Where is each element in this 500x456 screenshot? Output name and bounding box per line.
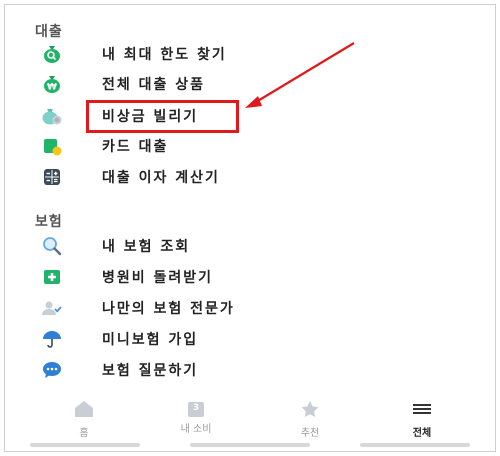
home-indicator-right bbox=[360, 443, 470, 447]
tab-all[interactable]: 전체 bbox=[382, 400, 462, 439]
calendar-icon: 3 bbox=[186, 400, 206, 418]
tab-label: 내 소비 bbox=[180, 424, 212, 435]
annotation-arrow-icon bbox=[245, 42, 355, 108]
home-indicator-center bbox=[190, 443, 310, 447]
tab-home[interactable]: 홈 bbox=[44, 400, 124, 439]
star-icon bbox=[300, 400, 320, 422]
tab-recommend[interactable]: 추천 bbox=[270, 400, 350, 439]
tab-label: 전체 bbox=[412, 428, 432, 439]
menu-icon bbox=[411, 400, 433, 422]
calendar-badge: 3 bbox=[192, 403, 200, 413]
tab-label: 홈 bbox=[79, 428, 89, 439]
bottom-tab-bar: 홈 3 내 소비 추천 전체 bbox=[4, 400, 496, 440]
home-icon bbox=[73, 400, 95, 422]
tab-label: 추천 bbox=[300, 428, 320, 439]
home-indicator-left bbox=[30, 443, 140, 447]
tab-my-spending[interactable]: 3 내 소비 bbox=[156, 400, 236, 435]
